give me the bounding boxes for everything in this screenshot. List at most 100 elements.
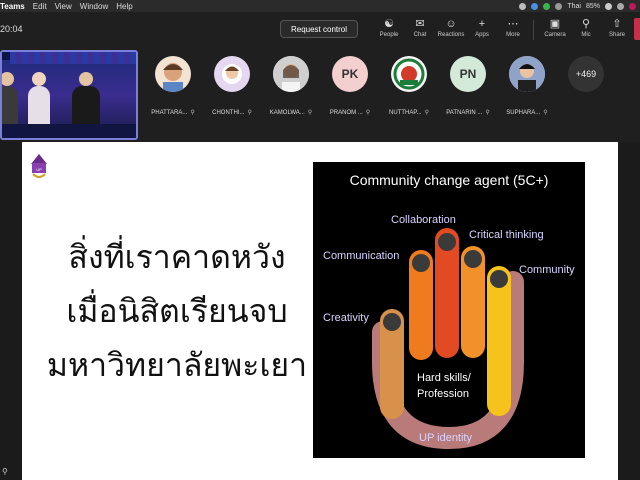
- camera-button[interactable]: ▣ Camera: [540, 18, 570, 38]
- knuckle-dot: [464, 250, 482, 268]
- participant-tile[interactable]: PN PATNARIN ... ⚲: [438, 56, 498, 116]
- participant-name: KAMOLWA... ⚲: [269, 110, 313, 116]
- mic-muted-icon: ⚲: [424, 110, 429, 116]
- status-area: Thai 85%: [519, 0, 636, 12]
- participant-name: PATNARIN ... ⚲: [446, 110, 490, 116]
- knuckle-dot: [412, 254, 430, 272]
- video-backdrop: [10, 52, 136, 64]
- participant-tile[interactable]: KAMOLWA... ⚲: [261, 56, 321, 116]
- avatar: [273, 56, 309, 92]
- palm-center: [413, 351, 485, 423]
- avatar: [155, 56, 191, 92]
- reactions-icon: ☺: [445, 18, 457, 30]
- more-icon: ⋯: [507, 18, 519, 30]
- hand-diagram: [372, 228, 524, 450]
- avatar-photo-icon: [509, 56, 545, 92]
- app-menu[interactable]: Teams: [0, 2, 25, 11]
- finger-community: [487, 266, 511, 416]
- status-icon[interactable]: [519, 2, 527, 10]
- participant-name: PRANOM ... ⚲: [329, 110, 371, 116]
- label-hard-skills: Hard skills/: [417, 372, 471, 384]
- avatar-logo-icon: [393, 58, 425, 90]
- label-critical-thinking: Critical thinking: [469, 229, 544, 241]
- knuckle-dot: [490, 270, 508, 288]
- menu-view[interactable]: View: [55, 2, 72, 11]
- mic-muted-icon: ⚲: [190, 110, 195, 116]
- shared-content-area: UP สิ่งที่เราคาดหวัง เมื่อนิสิตเรียนจบ ม…: [0, 142, 640, 480]
- label-up-identity: UP identity: [419, 432, 472, 444]
- menu-window[interactable]: Window: [80, 2, 108, 11]
- knuckle-dot: [438, 233, 456, 251]
- more-participants-tile[interactable]: +469: [556, 56, 616, 92]
- avatar: PN: [450, 56, 486, 92]
- participant-tile[interactable]: CHONTHI... ⚲: [202, 56, 262, 116]
- reactions-button[interactable]: ☺ Reactions: [436, 18, 466, 38]
- avatar-illustration-icon: [163, 63, 183, 92]
- meeting-timer: 20:04: [0, 24, 23, 34]
- thai-line: สิ่งที่เราคาดหวัง: [68, 238, 286, 276]
- avatar-photo-icon: [273, 56, 309, 92]
- share-icon: ⇧: [612, 18, 622, 30]
- app-status-icon[interactable]: [531, 2, 539, 10]
- mic-muted-icon: ⚲: [543, 110, 548, 116]
- participant-tile[interactable]: PHATTARA... ⚲: [143, 56, 203, 116]
- label-collaboration: Collaboration: [391, 214, 456, 226]
- menu-bar: Teams Edit View Window Help Thai 85%: [0, 0, 640, 12]
- label-communication: Communication: [323, 250, 400, 262]
- video-stage-floor: [2, 124, 136, 138]
- keyboard-language[interactable]: Thai: [567, 3, 581, 10]
- label-community: Community: [519, 264, 575, 276]
- svg-text:UP: UP: [36, 167, 42, 172]
- spotlight-video[interactable]: [0, 50, 138, 140]
- avatar: [214, 56, 250, 92]
- request-control-button[interactable]: Request control: [280, 20, 358, 38]
- mic-status-icon[interactable]: ⚲: [2, 467, 8, 476]
- knuckle-dot: [383, 313, 401, 331]
- thai-line: มหาวิทยาลัยพะเยา: [46, 346, 308, 384]
- presentation-slide: UP สิ่งที่เราคาดหวัง เมื่อนิสิตเรียนจบ ม…: [22, 142, 618, 480]
- mic-muted-icon: ⚲: [247, 110, 252, 116]
- spotlight-icon[interactable]: [617, 2, 624, 10]
- menu-edit[interactable]: Edit: [33, 2, 47, 11]
- participant-name: SUPHARA... ⚲: [506, 110, 548, 116]
- participant-name: NUTTHAP... ⚲: [389, 110, 429, 116]
- share-button[interactable]: ⇧ Share: [602, 18, 632, 38]
- chat-icon: ✉: [415, 18, 425, 30]
- avatar-illustration-icon: [222, 64, 242, 84]
- chat-button[interactable]: ✉ Chat: [405, 18, 435, 38]
- menu-help[interactable]: Help: [116, 2, 132, 11]
- toolbar-divider: [533, 20, 534, 40]
- battery-percent[interactable]: 85%: [586, 3, 600, 10]
- mic-off-icon: ⚲: [581, 18, 591, 30]
- camera-icon: ▣: [549, 18, 561, 30]
- participant-tile[interactable]: NUTTHAP... ⚲: [379, 56, 439, 116]
- people-button[interactable]: ☯ People: [374, 18, 404, 38]
- mic-button[interactable]: ⚲ Mic: [571, 18, 601, 38]
- avatar: [391, 56, 427, 92]
- participant-name: CHONTHI... ⚲: [212, 110, 252, 116]
- apps-button[interactable]: + Apps: [467, 18, 497, 38]
- wifi-icon[interactable]: [605, 2, 612, 10]
- thai-line: เมื่อนิสิตเรียนจบ: [66, 292, 288, 330]
- mic-muted-icon: ⚲: [365, 110, 371, 116]
- university-logo-icon: UP: [31, 154, 47, 178]
- avatar: PK: [332, 56, 368, 92]
- people-icon: ☯: [384, 18, 394, 30]
- leave-button[interactable]: [634, 18, 640, 40]
- label-creativity: Creativity: [323, 312, 369, 324]
- line-icon[interactable]: [543, 2, 551, 10]
- avatar: [509, 56, 545, 92]
- slide-thai-text: สิ่งที่เราคาดหวัง เมื่อนิสิตเรียนจบ มหาว…: [42, 230, 312, 392]
- participants-strip: PHATTARA... ⚲ CHONTHI... ⚲ KAMOLWA... ⚲ PK …: [0, 46, 640, 142]
- notification-icon[interactable]: [629, 2, 636, 10]
- participant-name: PHATTARA... ⚲: [151, 110, 195, 116]
- bluetooth-icon[interactable]: [555, 2, 563, 10]
- more-button[interactable]: ⋯ More: [498, 18, 528, 38]
- participant-tile[interactable]: PK PRANOM ... ⚲: [320, 56, 380, 116]
- meeting-toolbar: 20:04 Request control ☯ People ✉ Chat ☺ …: [0, 12, 640, 46]
- hand-diagram-panel: Community change agent (5C+) Collaborati…: [313, 162, 585, 458]
- participant-tile[interactable]: SUPHARA... ⚲: [497, 56, 557, 116]
- mic-muted-icon: ⚲: [307, 110, 313, 116]
- apps-icon: +: [478, 18, 486, 30]
- label-profession: Profession: [417, 388, 469, 400]
